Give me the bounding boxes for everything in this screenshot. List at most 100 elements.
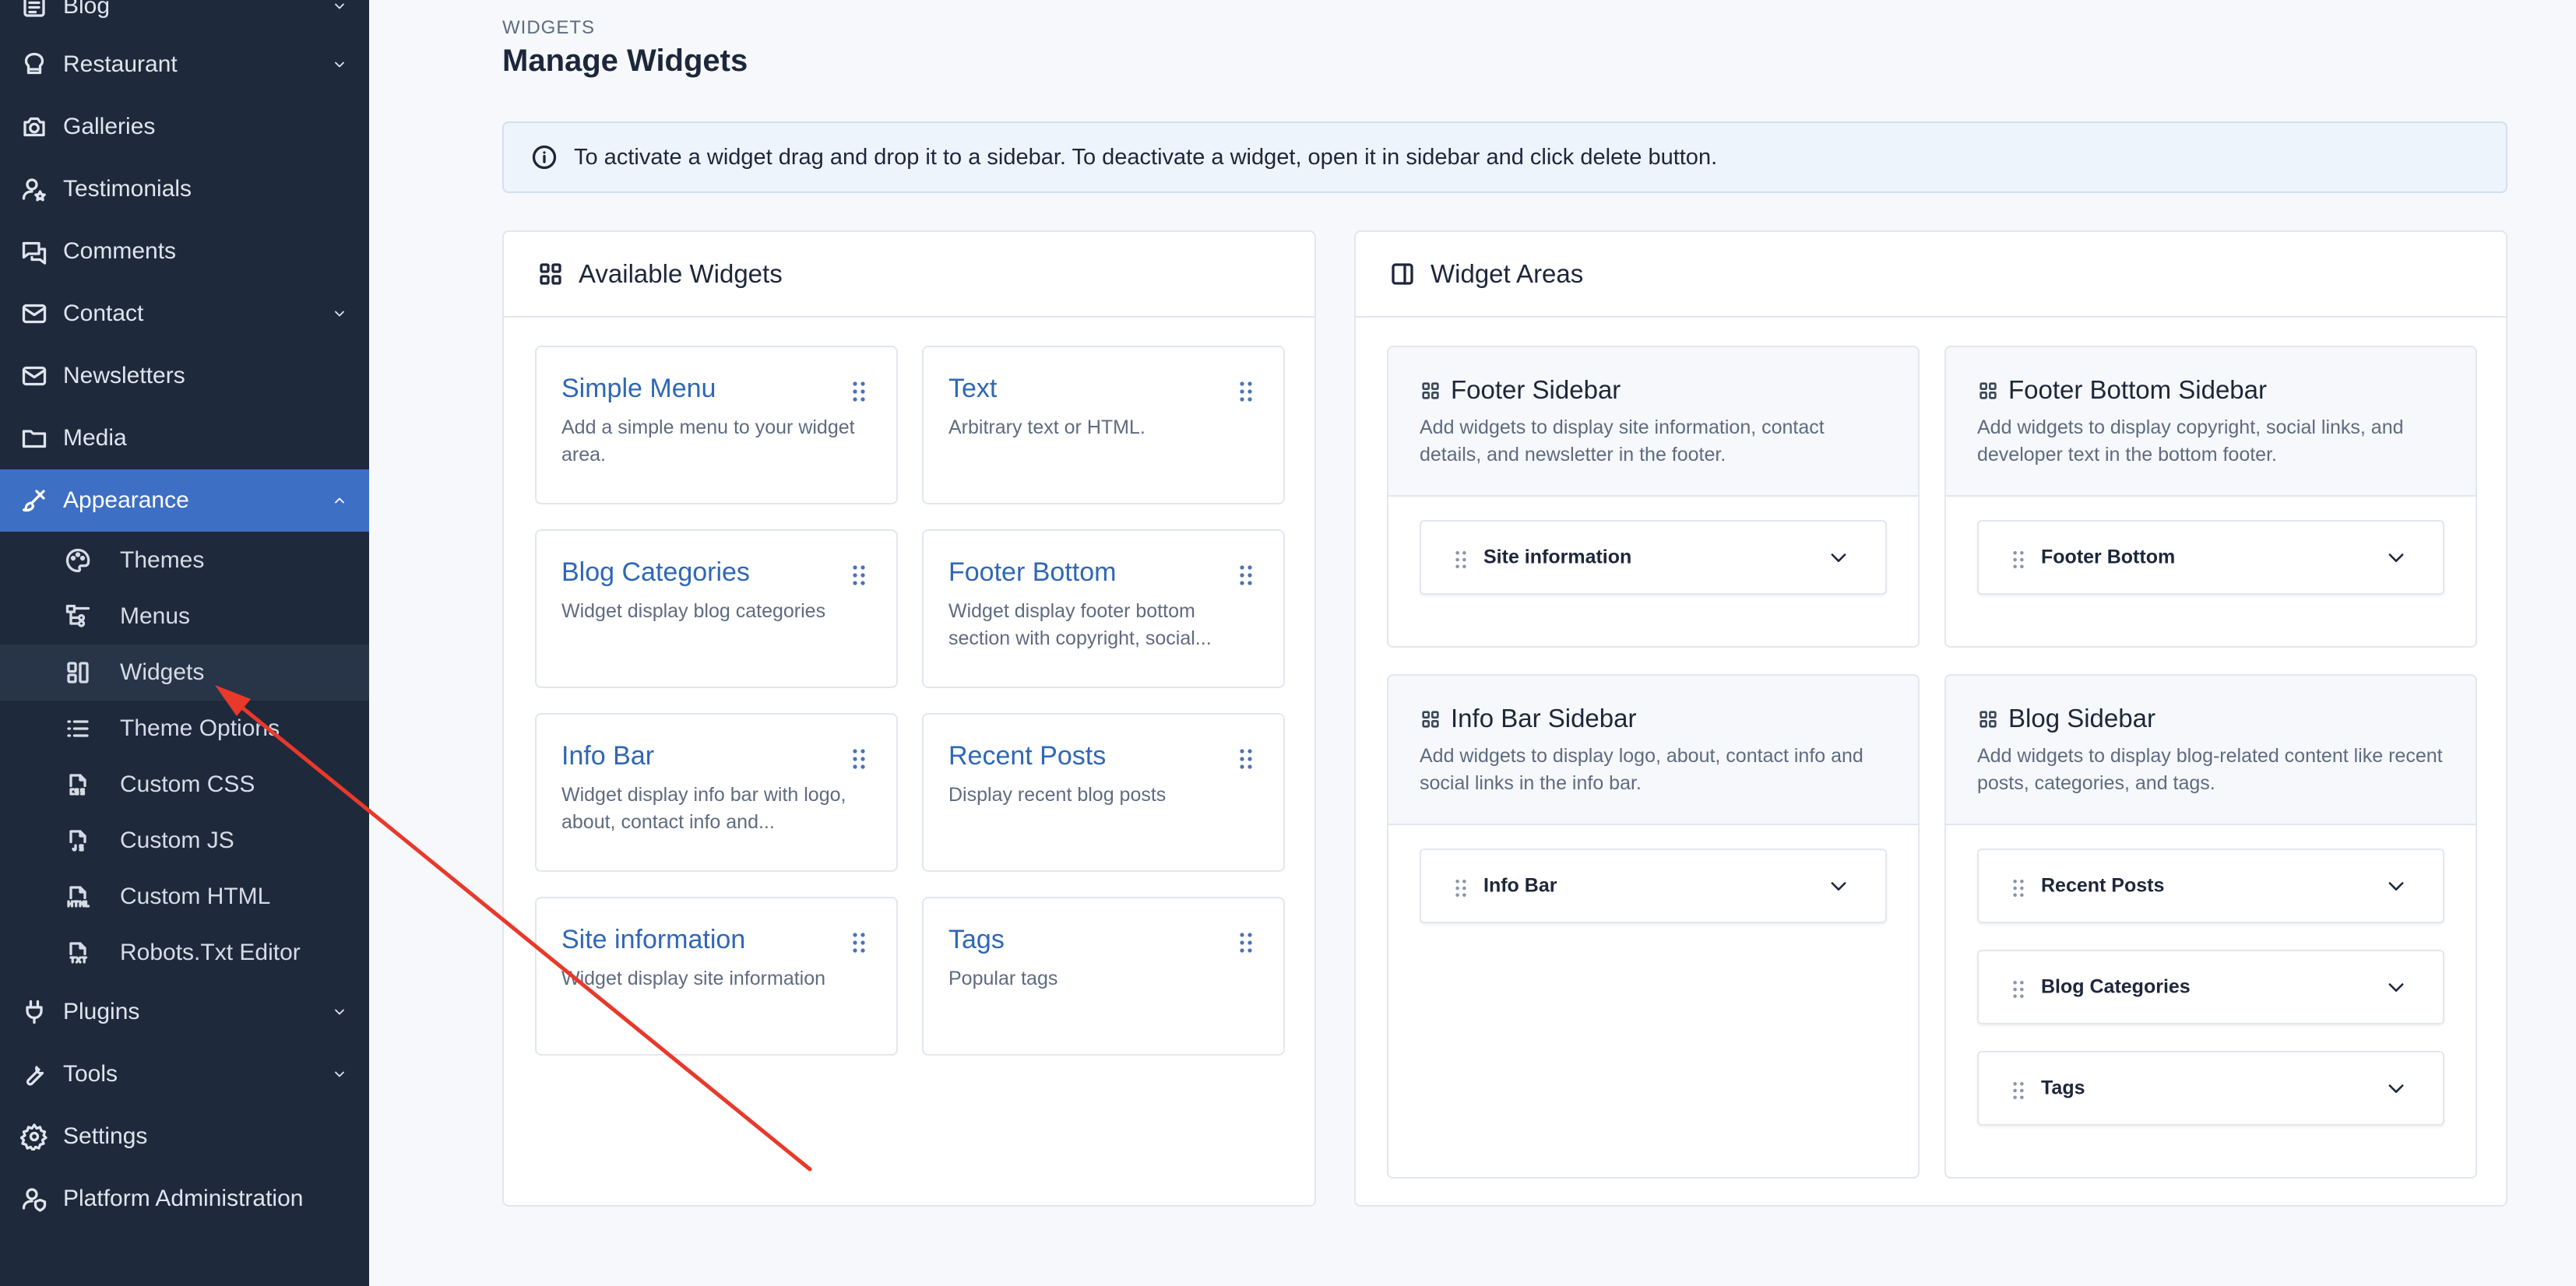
slot-tags[interactable]: Tags <box>1977 1051 2444 1126</box>
blog-icon <box>23 0 45 17</box>
widget-areas-title: Widget Areas <box>1431 259 1584 288</box>
sidebar-item-blog[interactable]: Blog <box>0 0 369 37</box>
widget-description: Widget display blog categories <box>561 600 826 622</box>
sidebar-item-label: Platform Administration <box>63 1186 304 1211</box>
widget-description: Widget display footer bottom section wit… <box>948 600 1212 649</box>
drag-handle-icon[interactable] <box>1240 749 1252 769</box>
widget-recent-posts[interactable]: Recent Posts Display recent blog posts <box>922 713 1285 872</box>
folder-icon <box>22 430 47 448</box>
sidebar-subitem-robots-txt-editor[interactable]: Robots.Txt Editor <box>0 925 369 981</box>
sidebar-item-label: Comments <box>63 238 177 264</box>
chevron-down-icon[interactable] <box>1828 546 1849 568</box>
widget-grid-icon <box>1980 711 1997 728</box>
chevron-down-icon[interactable] <box>2385 1077 2407 1099</box>
widget-title: Tags <box>948 925 1005 954</box>
sidebar-subitem-themes[interactable]: Themes <box>0 532 369 589</box>
drag-handle-icon[interactable] <box>1455 550 1466 570</box>
sidebar-subitem-label: Themes <box>120 547 205 573</box>
widget-footer-bottom[interactable]: Footer Bottom Widget display footer bott… <box>922 529 1285 688</box>
area-info-bar-sidebar: Info Bar Sidebar Add widgets to display … <box>1387 674 1920 1179</box>
area-title: Blog Sidebar <box>2008 704 2155 733</box>
sidebar-subitem-label: Custom JS <box>120 827 234 853</box>
widget-text[interactable]: Text Arbitrary text or HTML. <box>922 346 1285 504</box>
sidebar-subitem-custom-html[interactable]: Custom HTML <box>0 869 369 925</box>
sidebar-item-platform-administration[interactable]: Platform Administration <box>0 1168 369 1230</box>
sidebar-subitem-widgets[interactable]: Widgets <box>0 645 369 701</box>
slot-label: Site information <box>1483 546 1632 568</box>
drag-handle-icon[interactable] <box>1240 565 1252 585</box>
slot-recent-posts[interactable]: Recent Posts <box>1977 849 2444 923</box>
available-widgets-card: Available Widgets Simple Menu Add a simp… <box>502 230 1316 1207</box>
widget-description: Popular tags <box>948 968 1058 989</box>
chevron-down-icon[interactable] <box>2385 546 2407 568</box>
widget-info-bar[interactable]: Info Bar Widget display info bar with lo… <box>535 713 898 872</box>
drag-handle-icon[interactable] <box>1240 381 1252 402</box>
sidebar-subitem-label: Widgets <box>120 659 205 685</box>
sidebar-subitem-custom-css[interactable]: Custom CSS <box>0 757 369 813</box>
mail-icon <box>22 304 47 324</box>
slot-label: Footer Bottom <box>2041 546 2176 568</box>
drag-handle-icon[interactable] <box>853 565 865 585</box>
sidebar-item-newsletters[interactable]: Newsletters <box>0 345 369 407</box>
drag-handle-icon[interactable] <box>2013 878 2024 898</box>
area-header: Info Bar Sidebar Add widgets to display … <box>1388 676 1918 825</box>
chevron-down-icon[interactable] <box>2385 875 2407 897</box>
slot-label: Tags <box>2041 1077 2085 1099</box>
chevron-down-icon <box>335 61 344 68</box>
sidebar-item-tools[interactable]: Tools <box>0 1043 369 1105</box>
drag-handle-icon[interactable] <box>1240 933 1252 953</box>
slot-site-information[interactable]: Site information <box>1420 520 1887 595</box>
sidebar-item-label: Blog <box>63 0 111 19</box>
restaurant-icon <box>24 52 44 75</box>
sidebar-item-appearance[interactable]: Appearance <box>0 469 369 532</box>
layout-sidebar-icon <box>1392 263 1413 285</box>
list-icon <box>67 720 89 737</box>
widget-grid-icon <box>1422 382 1439 399</box>
sidebar-item-contact[interactable]: Contact <box>0 283 369 345</box>
widget-site-information[interactable]: Site information Widget display site inf… <box>535 897 898 1056</box>
widget-tags[interactable]: Tags Popular tags <box>922 897 1285 1056</box>
sidebar-item-label: Tools <box>63 1061 118 1087</box>
menu-tree-icon <box>65 604 90 627</box>
area-description: Add widgets to display logo, about, cont… <box>1420 745 1863 794</box>
sidebar-item-comments[interactable]: Comments <box>0 220 369 283</box>
sidebar-subitem-custom-js[interactable]: Custom JS <box>0 813 369 869</box>
sidebar-item-label: Testimonials <box>63 176 192 202</box>
sidebar-subitem-menus[interactable]: Menus <box>0 589 369 645</box>
sidebar-item-label: Newsletters <box>63 363 185 388</box>
sidebar-subitem-theme-options[interactable]: Theme Options <box>0 701 369 757</box>
sidebar-item-plugins[interactable]: Plugins <box>0 981 369 1043</box>
user-shield-icon <box>22 1188 47 1212</box>
sidebar-item-restaurant[interactable]: Restaurant <box>0 33 369 96</box>
drag-handle-icon[interactable] <box>853 749 865 769</box>
area-header: Footer Bottom Sidebar Add widgets to dis… <box>1946 347 2476 497</box>
chevron-down-icon[interactable] <box>2385 976 2407 998</box>
sidebar-item-settings[interactable]: Settings <box>0 1105 369 1168</box>
widget-title: Simple Menu <box>561 374 716 403</box>
chevron-down-icon[interactable] <box>1828 875 1849 897</box>
widget-blog-categories[interactable]: Blog Categories Widget display blog cate… <box>535 529 898 688</box>
user-star-icon <box>22 178 46 202</box>
widget-grid-icon <box>1980 382 1997 399</box>
chevron-up-icon <box>335 497 344 504</box>
drag-handle-icon[interactable] <box>2013 550 2024 570</box>
drag-handle-icon[interactable] <box>853 933 865 953</box>
sidebar-subitem-label: Custom HTML <box>120 884 271 909</box>
slot-footer-bottom[interactable]: Footer Bottom <box>1977 520 2444 595</box>
sidebar-item-testimonials[interactable]: Testimonials <box>0 158 369 220</box>
widget-simple-menu[interactable]: Simple Menu Add a simple menu to your wi… <box>535 346 898 504</box>
page-title: Manage Widgets <box>502 44 748 78</box>
drag-handle-icon[interactable] <box>853 381 865 402</box>
widget-title: Footer Bottom <box>948 557 1117 587</box>
widget-areas-card: Widget Areas Footer Sidebar Add widgets … <box>1354 230 2507 1207</box>
sidebar-item-galleries[interactable]: Galleries <box>0 96 369 158</box>
drag-handle-icon[interactable] <box>2013 979 2024 1000</box>
drag-handle-icon[interactable] <box>2013 1080 2024 1101</box>
widget-title: Recent Posts <box>948 741 1107 771</box>
slot-info-bar[interactable]: Info Bar <box>1420 849 1887 923</box>
widget-description: Widget display info bar with logo, about… <box>561 784 846 833</box>
sidebar-item-media[interactable]: Media <box>0 407 369 469</box>
slot-blog-categories[interactable]: Blog Categories <box>1977 950 2444 1024</box>
drag-handle-icon[interactable] <box>1455 878 1466 898</box>
sidebar-subitem-label: Robots.Txt Editor <box>120 940 301 965</box>
